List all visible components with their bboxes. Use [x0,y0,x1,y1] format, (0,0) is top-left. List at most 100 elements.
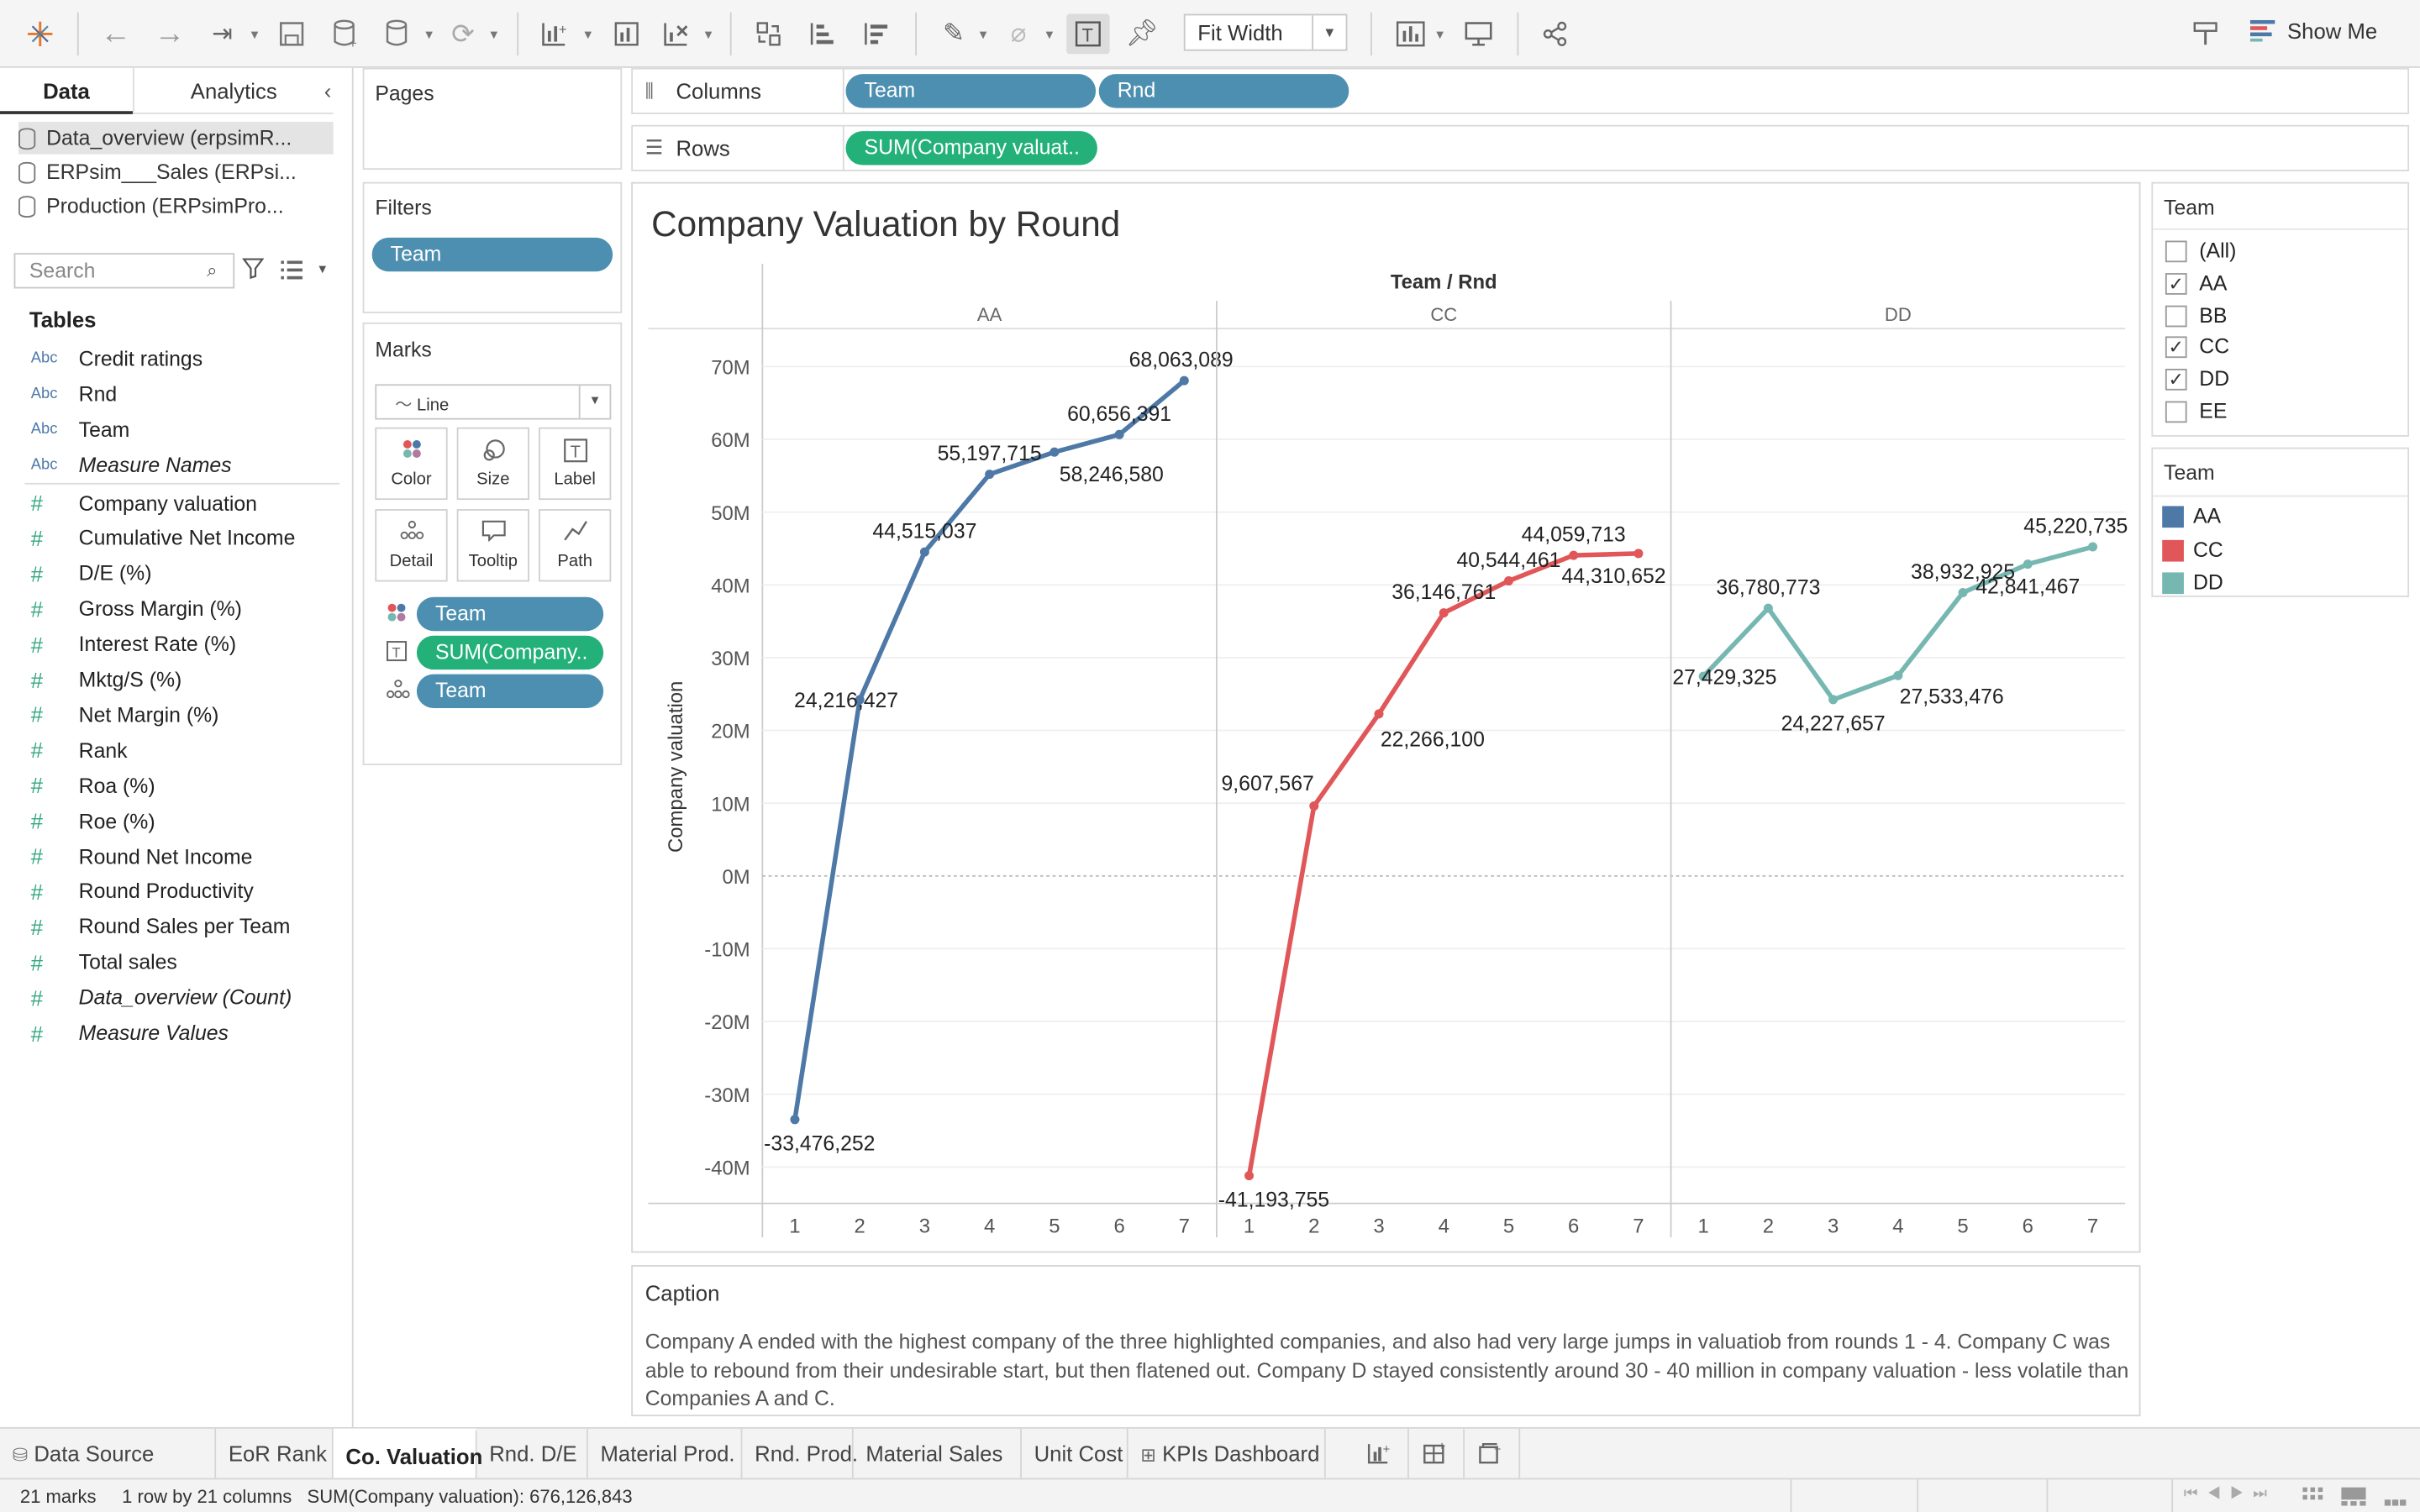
undo-icon[interactable]: ← [96,15,136,52]
pause-updates-icon[interactable] [380,15,417,52]
new-datasource-icon[interactable]: + [327,15,364,52]
redo-icon[interactable]: → [150,15,190,52]
measure-field[interactable]: # Round Productivity [31,874,254,908]
clear-dropdown-icon[interactable]: ▼ [699,15,718,52]
refresh-icon[interactable]: ⟳ [445,15,481,52]
filter-pill-team[interactable]: Team [371,237,613,272]
view-options-icon[interactable] [281,260,302,287]
measure-field[interactable]: # Total sales [31,945,177,979]
measure-field[interactable]: # Net Margin (%) [31,698,219,732]
filter-option-label[interactable]: DD [2199,367,2229,391]
series-line-cc[interactable] [1246,551,1639,1177]
data-point[interactable] [2088,542,2098,552]
view-options-dropdown-icon[interactable]: ▼ [317,262,329,276]
datasource-item[interactable]: ERPsim___Sales (ERPsi... [18,156,334,189]
legend-item-label[interactable]: CC [2193,538,2223,561]
marks-pill-label-sum[interactable]: SUM(Company.. [416,635,604,670]
filter-checkbox[interactable] [2165,304,2187,327]
filter-checkbox[interactable] [2165,401,2187,423]
search-input[interactable]: Search [13,253,235,289]
new-worksheet-icon[interactable]: + [534,15,574,52]
filter-checkbox[interactable]: ✓ [2165,272,2187,295]
tabs-icon[interactable] [2384,1488,2407,1511]
columns-pill-team[interactable]: Team [845,74,1097,108]
refresh-dropdown-icon[interactable]: ▼ [485,15,503,52]
sheet-tab[interactable]: Material Prod. [588,1428,743,1480]
measure-field[interactable]: # Round Net Income [31,839,253,873]
size-button[interactable]: Size [456,427,529,501]
new-story-tab-icon[interactable]: + [1465,1428,1521,1480]
tableau-logo-icon[interactable] [22,15,59,52]
replay-icon[interactable]: ⇥ [203,15,243,52]
sheet-tab[interactable]: ⊞ KPIs Dashboard [1128,1428,1326,1480]
collapse-pane-icon[interactable]: ‹ [324,79,332,103]
show-cards-icon[interactable] [1391,15,1431,52]
data-point[interactable] [1828,695,1839,705]
presentation-mode-icon[interactable] [1459,15,1499,52]
series-line-aa[interactable] [792,379,1186,1121]
fit-width-select[interactable]: Fit Width ▼ [1183,13,1348,51]
data-point[interactable] [1503,576,1513,586]
data-point[interactable] [1244,1171,1255,1181]
tab-data-source[interactable]: ⛁ Data Source [0,1428,217,1480]
replay-dropdown-icon[interactable]: ▼ [245,15,264,52]
filter-fields-icon[interactable] [241,258,265,284]
data-point[interactable] [1374,709,1384,719]
show-cards-dropdown-icon[interactable]: ▼ [1431,15,1449,52]
filter-checkbox[interactable]: ✓ [2165,337,2187,359]
filter-option-label[interactable]: CC [2199,335,2229,359]
group-members-icon[interactable]: ⌀ [1000,15,1037,52]
measure-field[interactable]: # Rank [31,733,128,767]
sort-ascending-icon[interactable] [802,15,843,52]
format-painter-icon[interactable] [2187,15,2224,52]
datasource-item[interactable]: Production (ERPsimPro... [18,190,334,223]
measure-field[interactable]: # Company valuation [31,486,257,520]
measure-field[interactable]: # Cumulative Net Income [31,522,296,555]
filter-checkbox[interactable]: ✓ [2165,369,2187,391]
dimension-field[interactable]: Abc Team [31,412,130,445]
measure-field[interactable]: # D/E (%) [31,557,152,591]
marks-pill-detail-team[interactable]: Team [416,674,604,709]
new-dashboard-tab-icon[interactable]: + [1409,1428,1465,1480]
datasource-item[interactable]: Data_overview (erpsimR... [18,122,334,155]
filter-option-label[interactable]: (All) [2199,239,2236,263]
measure-field[interactable]: # Interest Rate (%) [31,627,236,661]
data-point[interactable] [919,547,929,557]
data-point[interactable] [790,1115,800,1125]
sort-descending-icon[interactable] [856,15,897,52]
detail-button[interactable]: Detail [375,509,448,582]
sheet-tab[interactable]: EoR Rank [216,1428,334,1480]
share-icon[interactable] [1537,15,1574,52]
rows-pill-sum-company-valuation[interactable]: SUM(Company valuat.. [845,131,1097,165]
data-point[interactable] [1114,429,1124,439]
sheet-navigation-icon[interactable]: ⏮◀▶⏭ [2184,1486,2276,1503]
new-worksheet-dropdown-icon[interactable]: ▼ [579,15,597,52]
group-dropdown-icon[interactable]: ▼ [1040,15,1059,52]
save-icon[interactable] [273,15,310,52]
datasource-dropdown-icon[interactable]: ▼ [420,15,439,52]
sheet-tab[interactable]: Co. Valuation [333,1428,482,1480]
data-point[interactable] [1439,608,1449,618]
measure-field[interactable]: # Gross Margin (%) [31,592,242,626]
legend-item-label[interactable]: DD [2193,571,2223,595]
measure-field[interactable]: # Mktg/S (%) [31,663,182,696]
color-button[interactable]: Color [375,427,448,501]
data-point[interactable] [1050,447,1060,457]
filter-checkbox[interactable] [2165,240,2187,263]
mark-type-select[interactable]: 〜 Line ▼ [375,384,612,420]
tab-data[interactable]: Data [0,68,133,114]
sheet-tab[interactable]: Unit Cost [1022,1428,1128,1480]
show-mark-labels-icon[interactable]: T [1066,13,1110,55]
tab-analytics[interactable]: Analytics [132,67,334,114]
dimension-field[interactable]: Abc Rnd [31,376,117,410]
sheet-tab[interactable]: Rnd. Prod. [742,1428,858,1480]
measure-field[interactable]: # Roe (%) [31,804,155,837]
filter-option-label[interactable]: AA [2199,271,2227,295]
dimension-field[interactable]: Abc Credit ratings [31,341,203,375]
show-me-button[interactable]: Show Me [2249,18,2377,43]
measure-field[interactable]: # Data_overview (Count) [31,980,292,1014]
data-point[interactable] [1893,670,1903,680]
clear-sheet-icon[interactable] [656,15,697,52]
data-point[interactable] [1634,549,1644,559]
data-point[interactable] [2023,559,2033,570]
